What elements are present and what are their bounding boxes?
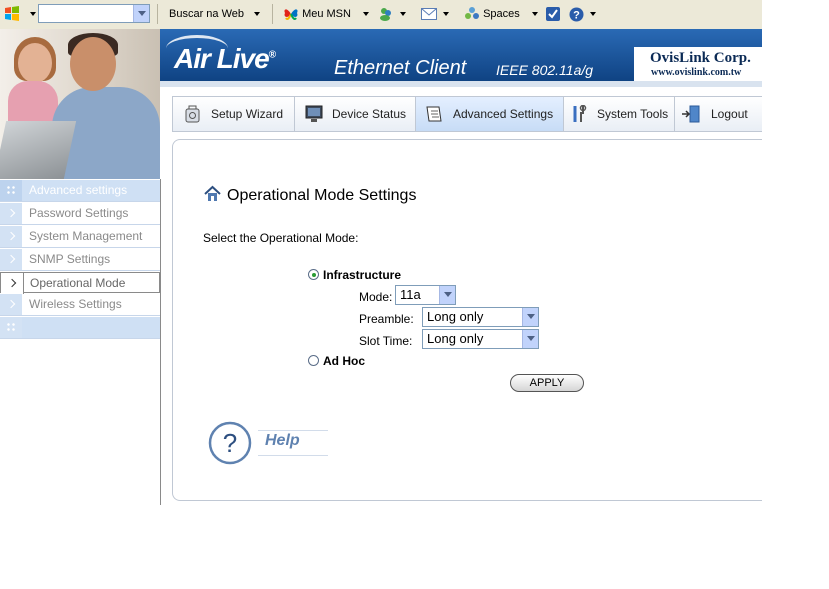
tab-system-tools[interactable]: System Tools: [564, 97, 675, 131]
tab-label: Logout: [711, 107, 748, 121]
sidebar-item-system-management[interactable]: System Management: [0, 226, 160, 248]
product-name: Ethernet Client: [334, 57, 467, 79]
svg-text:?: ?: [573, 9, 580, 21]
msn-toolbar: Buscar na Web Meu MSN Spaces ?: [0, 0, 762, 30]
mail-button[interactable]: [421, 5, 449, 23]
chevron-right-icon: [0, 226, 22, 247]
chevron-right-icon: [0, 249, 22, 270]
sidebar-item-label: Password Settings: [29, 206, 129, 220]
airlive-logo: Air Live®: [174, 43, 276, 75]
tab-label: Advanced Settings: [453, 107, 554, 121]
chevron-right-icon: [0, 294, 22, 315]
checkbox-icon: [546, 7, 560, 22]
windows-flag-icon[interactable]: [4, 5, 20, 23]
preamble-value: Long only: [427, 309, 484, 324]
preamble-select[interactable]: Long only: [422, 307, 539, 327]
my-msn-label: Meu MSN: [302, 8, 351, 20]
toolbar-search-input[interactable]: [38, 4, 150, 23]
help-question-icon[interactable]: ?: [208, 421, 252, 465]
notepad-icon: [426, 106, 442, 122]
door-exit-icon: [682, 105, 700, 123]
dots-icon: [0, 317, 22, 338]
sidebar-item-label: Wireless Settings: [29, 297, 122, 311]
slot-time-select[interactable]: Long only: [422, 329, 539, 349]
checkbox-button[interactable]: [546, 5, 560, 23]
sidebar-item-password-settings[interactable]: Password Settings: [0, 203, 160, 225]
chevron-down-icon: [522, 308, 538, 326]
adhoc-label: Ad Hoc: [323, 354, 365, 368]
slot-time-value: Long only: [427, 331, 484, 346]
messenger-icon: [380, 8, 391, 22]
sidebar-item-wireless-settings[interactable]: Wireless Settings: [0, 294, 160, 316]
spaces-label: Spaces: [483, 8, 520, 20]
tab-device-status[interactable]: Device Status: [295, 97, 416, 131]
company-name: OvisLink Corp.: [650, 50, 751, 66]
tab-logout[interactable]: Logout: [675, 97, 763, 131]
page-title: Operational Mode Settings: [227, 187, 417, 204]
chevron-right-icon: [0, 203, 22, 224]
slot-time-label: Slot Time:: [359, 334, 413, 348]
apply-button[interactable]: APPLY: [510, 374, 584, 392]
infrastructure-radio[interactable]: [308, 269, 319, 280]
mode-value: 11a: [400, 287, 421, 302]
mode-label: Mode:: [359, 290, 393, 304]
nav-tabs: Setup Wizard Device Status Advanced Sett…: [172, 96, 762, 132]
sidebar-footer: [0, 317, 160, 339]
search-web-label: Buscar na Web: [169, 8, 245, 20]
sidebar: Advanced settings Password Settings Syst…: [0, 179, 161, 505]
setup-wizard-icon: [185, 105, 200, 123]
sidebar-item-label: Operational Mode: [30, 276, 126, 290]
svg-text:?: ?: [223, 428, 237, 458]
sidebar-item-label: SNMP Settings: [29, 252, 111, 266]
sidebar-header: Advanced settings: [0, 180, 160, 202]
adhoc-radio[interactable]: [308, 355, 319, 366]
preamble-label: Preamble:: [359, 312, 414, 326]
search-web-button[interactable]: Buscar na Web: [169, 5, 261, 23]
spaces-button[interactable]: Spaces: [464, 5, 538, 23]
messenger-button[interactable]: [378, 5, 406, 23]
tab-setup-wizard[interactable]: Setup Wizard: [173, 97, 295, 131]
sidebar-item-label: System Management: [29, 229, 143, 243]
sidebar-item-snmp-settings[interactable]: SNMP Settings: [0, 249, 160, 271]
chevron-right-icon: [1, 273, 24, 294]
tab-advanced-settings[interactable]: Advanced Settings: [416, 97, 564, 131]
mail-icon: [421, 8, 437, 21]
registered-mark: ®: [268, 49, 276, 61]
tab-label: Device Status: [332, 107, 407, 121]
banner: Air Live® Ethernet Client IEEE 802.11a/g…: [160, 29, 762, 87]
mode-select[interactable]: 11a: [395, 285, 456, 305]
monitor-icon: [305, 105, 323, 122]
dots-icon: [0, 180, 22, 201]
home-icon: [204, 185, 221, 201]
tab-label: System Tools: [597, 107, 669, 121]
help-link[interactable]: Help: [265, 432, 300, 450]
my-msn-button[interactable]: Meu MSN: [283, 5, 369, 23]
company-url: www.ovislink.com.tw: [651, 67, 742, 78]
tab-label: Setup Wizard: [211, 107, 284, 121]
tools-icon: [573, 105, 587, 122]
toolbar-help-button[interactable]: ?: [569, 5, 596, 23]
product-standard: IEEE 802.11a/g: [496, 62, 594, 78]
chevron-down-icon: [522, 330, 538, 348]
flag-dropdown-icon[interactable]: [26, 5, 36, 23]
logo-text: Air Live: [174, 43, 270, 74]
help-icon: ?: [569, 7, 584, 22]
infrastructure-label: Infrastructure: [323, 268, 402, 282]
chevron-down-icon[interactable]: [133, 5, 149, 22]
spaces-icon: [465, 7, 479, 20]
msn-butterfly-icon: [284, 9, 298, 21]
sidebar-item-operational-mode[interactable]: Operational Mode: [0, 272, 160, 294]
chevron-down-icon: [439, 286, 455, 304]
sidebar-header-label: Advanced settings: [29, 183, 128, 197]
instruction-text: Select the Operational Mode:: [203, 231, 359, 245]
header-photo: [0, 29, 160, 179]
